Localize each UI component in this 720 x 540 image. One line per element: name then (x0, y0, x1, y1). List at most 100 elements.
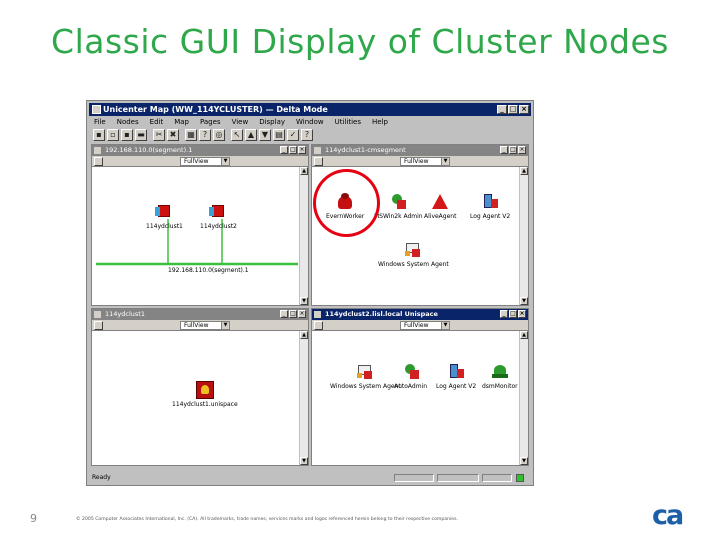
close-button[interactable]: × (519, 105, 529, 114)
down-icon[interactable]: ▼ (259, 129, 271, 141)
find-icon[interactable]: ? (199, 129, 211, 141)
segment-window-title: 192.168.110.0(segment).1 (105, 146, 193, 154)
node-label: 114ydclust1 (146, 223, 183, 230)
monitor-icon (491, 363, 509, 381)
help-icon[interactable]: ? (301, 129, 313, 141)
menu-pages[interactable]: Pages (200, 117, 221, 128)
close-button[interactable]: × (518, 310, 526, 318)
cut-icon[interactable]: ✂ (153, 129, 165, 141)
scroll-up-icon[interactable]: ▲ (520, 331, 528, 339)
scroll-up-icon[interactable]: ▲ (300, 167, 308, 175)
chevron-down-icon: ▼ (441, 322, 449, 329)
scroll-up-icon[interactable]: ▲ (300, 331, 308, 339)
scroll-up-icon[interactable]: ▲ (520, 167, 528, 175)
new-icon[interactable]: ▪ (93, 129, 105, 141)
menu-help[interactable]: Help (372, 117, 388, 128)
node-114ydclust1[interactable]: 114ydclust1 (146, 203, 183, 230)
status-panel (437, 474, 479, 482)
close-button[interactable]: × (298, 310, 306, 318)
menu-file[interactable]: File (94, 117, 106, 128)
up-icon[interactable]: ▲ (245, 129, 257, 141)
menu-edit[interactable]: Edit (150, 117, 164, 128)
cluster2-window-titlebar[interactable]: 114ydclust2.lisl.local Unispace _ □ × (312, 309, 528, 320)
page-number: 9 (30, 512, 37, 525)
vertical-scrollbar[interactable]: ▲ ▼ (299, 167, 308, 305)
unispace-icon (195, 381, 214, 399)
back-icon[interactable] (94, 157, 103, 166)
window-toolbar: FullView ▼ (92, 320, 308, 331)
back-icon[interactable] (94, 321, 103, 330)
node-dsmmonitor[interactable]: dsmMonitor (482, 363, 518, 390)
system-agent-icon (356, 363, 374, 381)
pointer-icon[interactable]: ↖ (231, 129, 243, 141)
scroll-down-icon[interactable]: ▼ (520, 457, 528, 465)
node-unispace[interactable]: 114ydclust1.unispace (172, 381, 238, 408)
menu-window[interactable]: Window (296, 117, 324, 128)
cluster1-node-titlebar[interactable]: 114ydclust1 _ □ × (92, 309, 308, 320)
check-icon[interactable]: ✓ (287, 129, 299, 141)
menu-nodes[interactable]: Nodes (117, 117, 139, 128)
node-log-agent[interactable]: Log Agent V2 (436, 363, 476, 390)
scroll-down-icon[interactable]: ▼ (520, 297, 528, 305)
node-windows-system-agent[interactable]: Windows System Agent (378, 241, 449, 268)
maximize-button[interactable]: □ (289, 310, 297, 318)
vertical-scrollbar[interactable]: ▲ ▼ (519, 167, 528, 305)
minimize-button[interactable]: _ (280, 310, 288, 318)
window-icon (314, 147, 321, 154)
window-icon (94, 311, 101, 318)
minimize-button[interactable]: _ (497, 105, 507, 114)
minimize-button[interactable]: _ (280, 146, 288, 154)
node-label: 114ydclust1.unispace (172, 401, 238, 408)
scroll-down-icon[interactable]: ▼ (300, 457, 308, 465)
open-icon[interactable]: ▫ (107, 129, 119, 141)
scroll-down-icon[interactable]: ▼ (300, 297, 308, 305)
vertical-scrollbar[interactable]: ▲ ▼ (299, 331, 308, 465)
segment-window[interactable]: 192.168.110.0(segment).1 _ □ × FullView … (91, 144, 309, 306)
menu-display[interactable]: Display (259, 117, 285, 128)
maximize-button[interactable]: □ (509, 146, 517, 154)
node-windows-system-agent[interactable]: Windows System Agent (330, 363, 401, 390)
map-icon[interactable]: ▦ (185, 129, 197, 141)
node-label: Windows System Agent (330, 383, 401, 390)
zoom-icon[interactable]: ◎ (213, 129, 225, 141)
node-mswin2k-admin[interactable]: MSWin2k Admin (374, 193, 423, 220)
cluster1-window-titlebar[interactable]: 114ydclust1-cmsegment _ □ × (312, 145, 528, 156)
maximize-button[interactable]: □ (289, 146, 297, 154)
status-panel (394, 474, 434, 482)
minimize-button[interactable]: _ (500, 146, 508, 154)
menu-map[interactable]: Map (174, 117, 189, 128)
window-toolbar: FullView ▼ (312, 156, 528, 167)
network-lines (96, 219, 298, 266)
layout-icon[interactable]: ▤ (273, 129, 285, 141)
tools-icon[interactable]: ✖ (167, 129, 179, 141)
print-icon[interactable]: ▬ (135, 129, 147, 141)
minimize-button[interactable]: _ (500, 310, 508, 318)
node-label: Log Agent V2 (470, 213, 511, 220)
close-button[interactable]: × (518, 146, 526, 154)
view-select[interactable]: FullView ▼ (400, 157, 450, 166)
cluster1-window[interactable]: 114ydclust1 _ □ × FullView ▼ ▲ ▼ 114ydcl… (91, 308, 309, 466)
segment-window-titlebar[interactable]: 192.168.110.0(segment).1 _ □ × (92, 145, 308, 156)
menu-utilities[interactable]: Utilities (335, 117, 361, 128)
back-icon[interactable] (314, 321, 323, 330)
app-titlebar[interactable]: Unicenter Map (WW_114YCLUSTER) — Delta M… (89, 103, 531, 116)
cluster2-unispace-window[interactable]: 114ydclust2.lisl.local Unispace _ □ × Fu… (311, 308, 529, 466)
maximize-button[interactable]: □ (508, 105, 518, 114)
node-autoadmin[interactable]: AutoAdmin (394, 363, 427, 390)
node-114ydclust2[interactable]: 114ydclust2 (200, 203, 237, 230)
highlight-circle (313, 169, 380, 237)
app-title: Unicenter Map (WW_114YCLUSTER) — Delta M… (103, 105, 328, 114)
save-icon[interactable]: ▪ (121, 129, 133, 141)
view-select[interactable]: FullView ▼ (400, 321, 450, 330)
back-icon[interactable] (314, 157, 323, 166)
close-button[interactable]: × (298, 146, 306, 154)
node-log-agent[interactable]: Log Agent V2 (470, 193, 510, 220)
vertical-scrollbar[interactable]: ▲ ▼ (519, 331, 528, 465)
admin-agent-icon (402, 363, 420, 381)
view-select[interactable]: FullView ▼ (180, 321, 230, 330)
maximize-button[interactable]: □ (509, 310, 517, 318)
view-select[interactable]: FullView ▼ (180, 157, 230, 166)
node-aliveagent[interactable]: AliveAgent (424, 193, 456, 220)
menu-view[interactable]: View (232, 117, 249, 128)
view-select-value: FullView (404, 322, 429, 329)
